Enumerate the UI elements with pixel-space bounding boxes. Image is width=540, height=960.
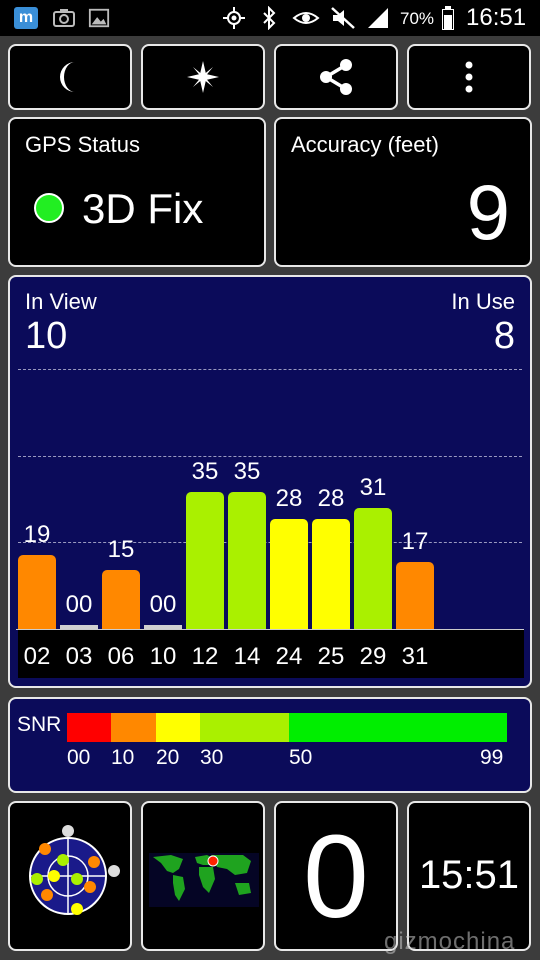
satellite-prn-label: 29	[359, 643, 387, 670]
snr-bar	[102, 570, 140, 629]
satellite-prn-label: 24	[275, 643, 303, 670]
snr-tick-label: 50	[289, 746, 313, 769]
accuracy-title: Accuracy (feet)	[291, 132, 439, 157]
snr-bar-value: 35	[233, 458, 261, 485]
snr-color-segment	[200, 713, 289, 742]
chart-baseline	[16, 629, 524, 630]
snr-tick-label: 10	[111, 746, 135, 769]
snr-bar	[270, 519, 308, 629]
gps-fix-status: 3D Fix	[82, 185, 204, 232]
snr-color-segment	[111, 713, 156, 742]
in-use-label: In Use	[451, 289, 515, 314]
satellite-prn-label: 06	[107, 643, 135, 670]
accuracy-card: Accuracy (feet) 9	[274, 117, 532, 267]
speed-value: 0	[303, 811, 369, 943]
snr-bar-value: 28	[275, 485, 303, 513]
sky-view-button[interactable]	[8, 801, 132, 951]
signal-icon	[368, 8, 388, 28]
speed-card: 0	[274, 801, 398, 951]
snr-bar-value: 00	[65, 591, 93, 618]
snr-bar	[228, 492, 266, 629]
moon-icon	[60, 62, 75, 92]
more-vert-icon	[465, 61, 473, 93]
satellite-prn-label: 03	[65, 643, 93, 670]
snr-legend: SNR	[8, 697, 532, 793]
world-map-icon	[149, 853, 259, 907]
satellite-prn-label: 25	[317, 643, 345, 670]
status-bar: m 70% 16:51	[0, 0, 540, 36]
grid-line	[18, 456, 522, 457]
snr-tick-label: 99	[480, 746, 504, 769]
snr-bar	[312, 519, 350, 629]
grid-line	[18, 369, 522, 370]
snr-bar	[396, 562, 434, 629]
compass-button[interactable]	[141, 44, 265, 110]
gps-icon	[223, 7, 245, 29]
snr-tick-label: 00	[67, 746, 91, 769]
snr-color-segment	[156, 713, 200, 742]
share-icon	[320, 59, 352, 95]
snr-bar-value: 31	[359, 473, 387, 501]
mute-icon	[331, 7, 355, 29]
gps-status-title: GPS Status	[25, 132, 140, 157]
in-view-label: In View	[25, 289, 97, 314]
world-map-button[interactable]	[141, 801, 265, 951]
snr-bar-value: 15	[107, 536, 135, 564]
share-button[interactable]	[274, 44, 398, 110]
battery-icon	[442, 6, 454, 30]
camera-icon	[53, 9, 75, 27]
snr-bar-value: 19	[23, 520, 51, 548]
snr-color-segment	[289, 713, 507, 742]
compass-icon	[187, 61, 219, 93]
snr-bar-value: 00	[149, 591, 177, 618]
snr-bar	[354, 507, 392, 629]
status-time: 16:51	[466, 4, 527, 31]
satellite-prn-label: 02	[23, 643, 51, 670]
satellite-prn-label: 14	[233, 643, 261, 670]
snr-bar	[18, 554, 56, 629]
snr-color-segment	[67, 713, 111, 742]
eye-icon	[292, 12, 320, 24]
watermark-text: gizmochina	[384, 928, 516, 955]
fix-indicator-dot	[34, 193, 64, 223]
snr-bar-value: 17	[401, 528, 429, 556]
snr-bar-value: 28	[317, 485, 345, 513]
snr-tick-label: 30	[200, 746, 224, 769]
satellite-prn-label: 31	[401, 643, 429, 670]
clock-value: 15:51	[418, 853, 520, 897]
sky-radar-icon	[29, 825, 120, 915]
gps-status-card: GPS Status 3D Fix	[8, 117, 266, 267]
accuracy-value: 9	[466, 168, 510, 256]
snr-tick-label: 20	[156, 746, 180, 769]
satellite-prn-label: 10	[149, 643, 177, 670]
satellite-prn-label: 12	[191, 643, 219, 670]
bluetooth-icon	[263, 6, 276, 30]
snr-bar	[186, 492, 224, 629]
battery-percent: 70%	[400, 9, 435, 28]
in-use-value: 8	[493, 315, 515, 357]
image-icon	[88, 8, 110, 28]
in-view-value: 10	[25, 315, 68, 357]
snr-legend-title: SNR	[17, 713, 62, 736]
night-mode-button[interactable]	[8, 44, 132, 110]
snr-bar-value: 35	[191, 458, 219, 485]
menu-button[interactable]	[407, 44, 531, 110]
m-app-icon: m	[14, 7, 38, 29]
